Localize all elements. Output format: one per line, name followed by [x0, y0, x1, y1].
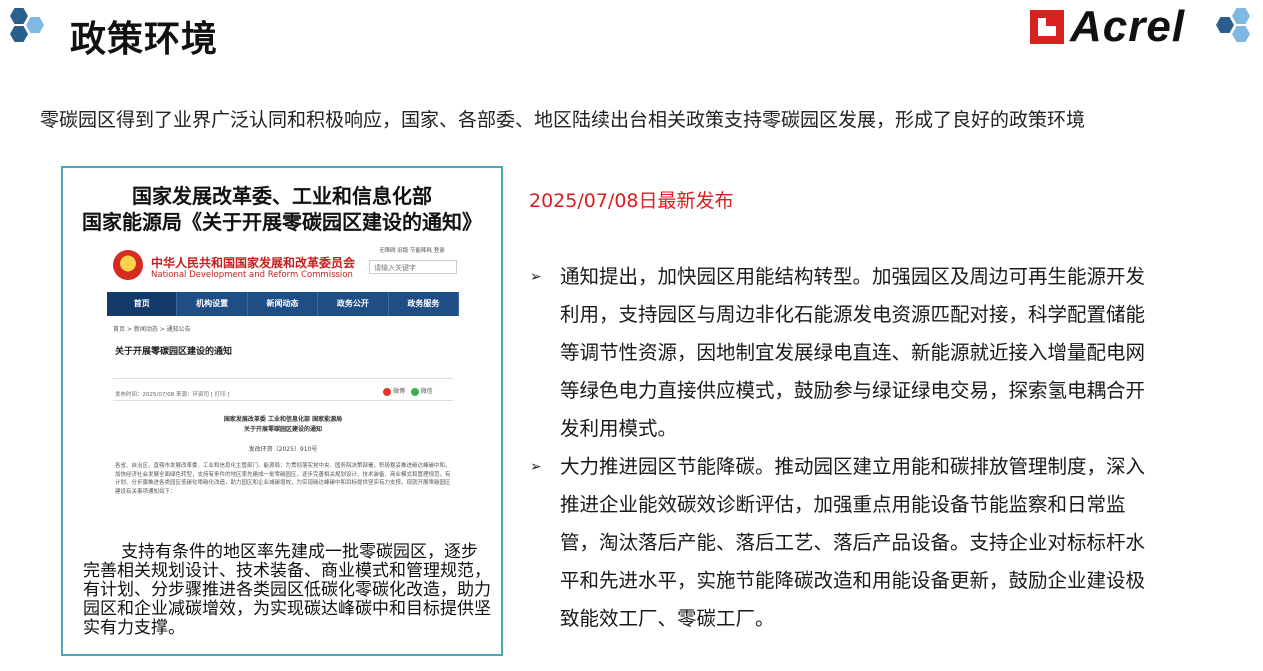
wechat-icon — [410, 387, 419, 396]
share-links: 微博 微信 — [383, 386, 433, 396]
website-screenshot: 中华人民共和国国家发展和改革委员会 National Development a… — [107, 238, 460, 495]
doc-header-line2: 关于开展零碳园区建设的通知 — [243, 426, 322, 433]
share-weibo: 微博 — [393, 388, 406, 395]
weibo-icon — [383, 387, 391, 396]
search-box: 请输入关键字 — [369, 260, 457, 274]
nav-item-home: 首页 — [107, 292, 178, 316]
bullet-text: 通知提出，加快园区用能结构转型。加强园区及周边可再生能源开发利用，支持园区与周边… — [560, 265, 1146, 440]
arrow-right-icon: ➢ — [530, 459, 542, 475]
bullet-text: 大力推进园区节能降碳。推动园区建立用能和碳排放管理制度，深入推进企业能效碳效诊断… — [560, 455, 1146, 630]
doc-header-line1: 国家发展改革委 工业和信息化部 国家能源局 — [223, 416, 343, 423]
nav-item-services: 政务服务 — [389, 292, 460, 316]
share-wechat: 微信 — [420, 388, 433, 395]
doc-body: 各省、自治区、直辖市发展改革委、工业和信息化主管部门、能源局：为贯彻落实党中央、… — [115, 463, 451, 495]
policy-quote-text: 支持有条件的地区率先建成一批零碳园区，逐步完善相关规划设计、技术装备、商业模式和… — [83, 542, 491, 638]
divider — [113, 400, 453, 401]
policy-image-panel: 国家发展改革委、工业和信息化部 国家能源局《关于开展零碳园区建设的通知》 中华人… — [61, 166, 503, 656]
bullet-item: ➢ 通知提出，加快园区用能结构转型。加强园区及周边可再生能源开发利用，支持园区与… — [530, 258, 1150, 448]
panel-title-line2: 国家能源局《关于开展零碳园区建设的通知》 — [82, 210, 482, 234]
brand-name: Acrel — [1070, 2, 1186, 51]
site-nav: 首页 机构设置 新闻动态 政务公开 政务服务 — [107, 292, 460, 316]
hexagon-decoration-right — [1216, 8, 1260, 52]
panel-title-line1: 国家发展改革委、工业和信息化部 — [132, 184, 432, 208]
policy-quote: 支持有条件的地区率先建成一批零碳园区，逐步完善相关规划设计、技术装备、商业模式和… — [83, 543, 493, 638]
bullet-item: ➢ 大力推进园区节能降碳。推动园区建立用能和碳排放管理制度，深入推进企业能效碳效… — [530, 448, 1150, 638]
nav-item-news: 新闻动态 — [248, 292, 319, 316]
policy-bullets: ➢ 通知提出，加快园区用能结构转型。加强园区及周边可再生能源开发利用，支持园区与… — [530, 258, 1150, 638]
divider — [113, 378, 453, 379]
article-meta: 发布时间：2025/07/08 来源：环资司 [ 打印 ] — [115, 392, 230, 398]
nav-item-government-affairs: 政务公开 — [318, 292, 389, 316]
page-title: 政策环境 — [70, 19, 219, 60]
org-name-cn: 中华人民共和国国家发展和改革委员会 — [151, 256, 356, 270]
release-date-note: 2025/07/08日最新发布 — [529, 190, 734, 212]
hexagon-decoration-left — [10, 8, 62, 52]
intro-text: 零碳园区得到了业界广泛认同和积极响应，国家、各部委、地区陆续出台相关政策支持零碳… — [40, 109, 1086, 131]
article-title: 关于开展零碳园区建设的通知 — [115, 347, 233, 357]
national-emblem-icon — [113, 250, 143, 280]
arrow-right-icon: ➢ — [530, 269, 542, 285]
doc-number: 发改环资〔2025〕910号 — [248, 446, 318, 453]
org-name-en: National Development and Reform Commissi… — [151, 270, 353, 280]
breadcrumb: 首页 > 新闻动态 > 通知公告 — [113, 326, 191, 333]
top-links: 无障碍 旧版 节能降耗 登录 — [379, 248, 445, 254]
nav-item-organization: 机构设置 — [177, 292, 248, 316]
logo-mark-icon — [1030, 10, 1064, 44]
